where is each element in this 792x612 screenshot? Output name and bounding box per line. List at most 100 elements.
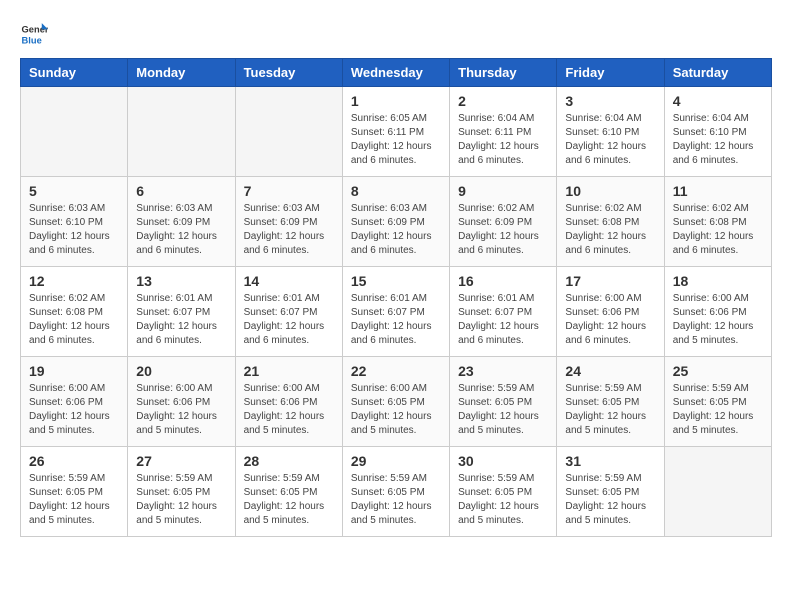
day-info: Sunrise: 6:04 AMSunset: 6:10 PMDaylight:… [673, 112, 763, 168]
calendar-cell: 1Sunrise: 6:05 AMSunset: 6:11 PMDaylight… [342, 87, 449, 177]
calendar-cell: 4 Sunrise: 6:04 AMSunset: 6:10 PMDaylight… [664, 87, 771, 177]
calendar-cell: 18 Sunrise: 6:00 AMSunset: 6:06 PMDayligh… [664, 267, 771, 357]
calendar-cell: 7Sunrise: 6:03 AMSunset: 6:09 PMDaylight… [235, 177, 342, 267]
calendar-cell [21, 87, 128, 177]
day-info: Sunrise: 6:00 AMSunset: 6:06 PMDaylight:… [565, 292, 655, 348]
day-number: 27 [136, 453, 226, 469]
calendar-cell: 8 Sunrise: 6:03 AMSunset: 6:09 PMDaylight… [342, 177, 449, 267]
day-number: 15 [351, 273, 441, 289]
calendar-cell: 13 Sunrise: 6:01 AMSunset: 6:07 PMDayligh… [128, 267, 235, 357]
day-number: 13 [136, 273, 226, 289]
calendar-table: SundayMondayTuesdayWednesdayThursdayFrid… [20, 58, 772, 537]
weekday-header: Tuesday [235, 59, 342, 87]
day-info: Sunrise: 6:03 AMSunset: 6:09 PMDaylight:… [136, 202, 226, 258]
calendar-cell: 25 Sunrise: 5:59 AMSunset: 6:05 PMDayligh… [664, 357, 771, 447]
logo: General Blue [20, 20, 48, 48]
day-number: 21 [244, 363, 334, 379]
weekday-header: Friday [557, 59, 664, 87]
calendar-cell: 22 Sunrise: 6:00 AMSunset: 6:05 PMDayligh… [342, 357, 449, 447]
day-number: 22 [351, 363, 441, 379]
calendar-cell: 20 Sunrise: 6:00 AMSunset: 6:06 PMDayligh… [128, 357, 235, 447]
day-number: 9 [458, 183, 548, 199]
day-number: 12 [29, 273, 119, 289]
day-info: Sunrise: 6:00 AMSunset: 6:06 PMDaylight:… [244, 382, 334, 438]
weekday-header: Monday [128, 59, 235, 87]
day-info: Sunrise: 6:00 AMSunset: 6:05 PMDaylight:… [351, 382, 441, 438]
calendar-cell: 2 Sunrise: 6:04 AMSunset: 6:11 PMDaylight… [450, 87, 557, 177]
day-number: 10 [565, 183, 655, 199]
calendar-cell: 21 Sunrise: 6:00 AMSunset: 6:06 PMDayligh… [235, 357, 342, 447]
calendar-cell [664, 447, 771, 537]
day-info: Sunrise: 6:01 AMSunset: 6:07 PMDaylight:… [458, 292, 548, 348]
day-number: 4 [673, 93, 763, 109]
day-info: Sunrise: 5:59 AMSunset: 6:05 PMDaylight:… [673, 382, 763, 438]
day-info: Sunrise: 6:02 AMSunset: 6:08 PMDaylight:… [673, 202, 763, 258]
day-info: Sunrise: 6:00 AMSunset: 6:06 PMDaylight:… [136, 382, 226, 438]
day-number: 14 [244, 273, 334, 289]
calendar-cell: 12 Sunrise: 6:02 AMSunset: 6:08 PMDayligh… [21, 267, 128, 357]
day-info: Sunrise: 6:01 AMSunset: 6:07 PMDaylight:… [136, 292, 226, 348]
calendar-cell: 23Sunrise: 5:59 AMSunset: 6:05 PMDayligh… [450, 357, 557, 447]
calendar-cell: 29Sunrise: 5:59 AMSunset: 6:05 PMDayligh… [342, 447, 449, 537]
calendar-header-row: SundayMondayTuesdayWednesdayThursdayFrid… [21, 59, 772, 87]
day-number: 18 [673, 273, 763, 289]
svg-text:Blue: Blue [22, 35, 42, 45]
calendar-cell: 3Sunrise: 6:04 AMSunset: 6:10 PMDaylight… [557, 87, 664, 177]
day-info: Sunrise: 6:02 AMSunset: 6:08 PMDaylight:… [29, 292, 119, 348]
calendar-cell: 15 Sunrise: 6:01 AMSunset: 6:07 PMDayligh… [342, 267, 449, 357]
calendar-cell: 30 Sunrise: 5:59 AMSunset: 6:05 PMDayligh… [450, 447, 557, 537]
day-number: 24 [565, 363, 655, 379]
logo-icon: General Blue [20, 20, 48, 48]
calendar-week-row: 1Sunrise: 6:05 AMSunset: 6:11 PMDaylight… [21, 87, 772, 177]
day-info: Sunrise: 6:01 AMSunset: 6:07 PMDaylight:… [244, 292, 334, 348]
calendar-cell: 31 Sunrise: 5:59 AMSunset: 6:05 PMDayligh… [557, 447, 664, 537]
weekday-header: Saturday [664, 59, 771, 87]
day-info: Sunrise: 5:59 AMSunset: 6:05 PMDaylight:… [136, 472, 226, 528]
day-number: 31 [565, 453, 655, 469]
day-number: 25 [673, 363, 763, 379]
day-number: 19 [29, 363, 119, 379]
weekday-header: Thursday [450, 59, 557, 87]
calendar-cell: 5 Sunrise: 6:03 AMSunset: 6:10 PMDaylight… [21, 177, 128, 267]
day-info: Sunrise: 6:00 AMSunset: 6:06 PMDaylight:… [673, 292, 763, 348]
day-number: 30 [458, 453, 548, 469]
calendar-week-row: 12 Sunrise: 6:02 AMSunset: 6:08 PMDayligh… [21, 267, 772, 357]
day-info: Sunrise: 5:59 AMSunset: 6:05 PMDaylight:… [244, 472, 334, 528]
calendar-cell: 11 Sunrise: 6:02 AMSunset: 6:08 PMDayligh… [664, 177, 771, 267]
day-number: 28 [244, 453, 334, 469]
calendar-cell: 17 Sunrise: 6:00 AMSunset: 6:06 PMDayligh… [557, 267, 664, 357]
day-info: Sunrise: 6:03 AMSunset: 6:09 PMDaylight:… [351, 202, 441, 258]
day-number: 20 [136, 363, 226, 379]
day-info: Sunrise: 6:04 AMSunset: 6:11 PMDaylight:… [458, 112, 548, 168]
calendar-cell: 27 Sunrise: 5:59 AMSunset: 6:05 PMDayligh… [128, 447, 235, 537]
day-info: Sunrise: 6:03 AMSunset: 6:10 PMDaylight:… [29, 202, 119, 258]
calendar-cell: 10 Sunrise: 6:02 AMSunset: 6:08 PMDayligh… [557, 177, 664, 267]
calendar-cell: 26Sunrise: 5:59 AMSunset: 6:05 PMDayligh… [21, 447, 128, 537]
day-info: Sunrise: 6:01 AMSunset: 6:07 PMDaylight:… [351, 292, 441, 348]
calendar-week-row: 5 Sunrise: 6:03 AMSunset: 6:10 PMDaylight… [21, 177, 772, 267]
day-info: Sunrise: 5:59 AMSunset: 6:05 PMDaylight:… [351, 472, 441, 528]
day-number: 6 [136, 183, 226, 199]
calendar-cell: 14 Sunrise: 6:01 AMSunset: 6:07 PMDayligh… [235, 267, 342, 357]
day-info: Sunrise: 6:02 AMSunset: 6:08 PMDaylight:… [565, 202, 655, 258]
day-number: 11 [673, 183, 763, 199]
calendar-week-row: 19 Sunrise: 6:00 AMSunset: 6:06 PMDayligh… [21, 357, 772, 447]
calendar-cell: 24Sunrise: 5:59 AMSunset: 6:05 PMDayligh… [557, 357, 664, 447]
day-info: Sunrise: 5:59 AMSunset: 6:05 PMDaylight:… [565, 472, 655, 528]
calendar-cell: 19Sunrise: 6:00 AMSunset: 6:06 PMDayligh… [21, 357, 128, 447]
day-info: Sunrise: 6:05 AMSunset: 6:11 PMDaylight:… [351, 112, 441, 168]
page-header: General Blue [20, 20, 772, 48]
day-number: 5 [29, 183, 119, 199]
day-info: Sunrise: 5:59 AMSunset: 6:05 PMDaylight:… [458, 472, 548, 528]
weekday-header: Sunday [21, 59, 128, 87]
day-info: Sunrise: 5:59 AMSunset: 6:05 PMDaylight:… [29, 472, 119, 528]
day-number: 8 [351, 183, 441, 199]
day-info: Sunrise: 6:02 AMSunset: 6:09 PMDaylight:… [458, 202, 548, 258]
calendar-cell: 16Sunrise: 6:01 AMSunset: 6:07 PMDayligh… [450, 267, 557, 357]
calendar-cell [128, 87, 235, 177]
day-number: 17 [565, 273, 655, 289]
calendar-week-row: 26Sunrise: 5:59 AMSunset: 6:05 PMDayligh… [21, 447, 772, 537]
calendar-cell: 6 Sunrise: 6:03 AMSunset: 6:09 PMDaylight… [128, 177, 235, 267]
day-number: 3 [565, 93, 655, 109]
day-number: 2 [458, 93, 548, 109]
